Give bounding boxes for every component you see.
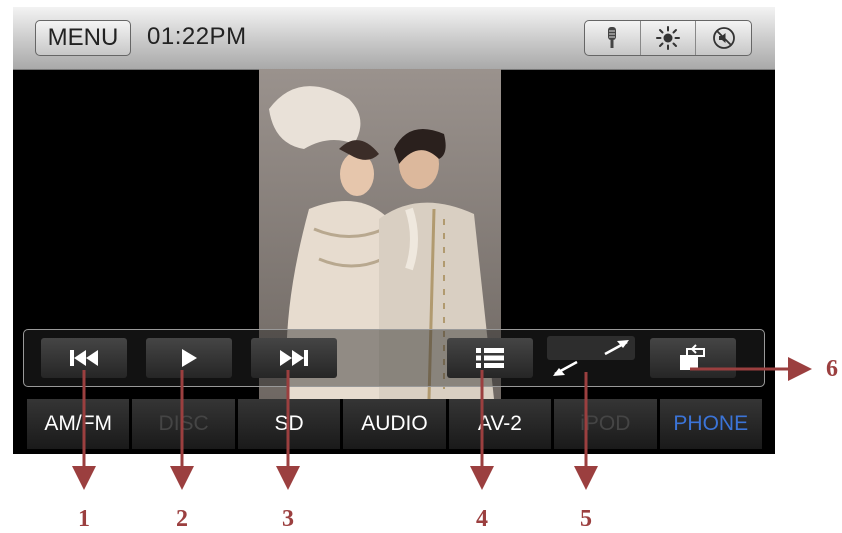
callout-label-5: 5 [580,506,592,532]
callout-label-4: 4 [476,506,488,532]
callout-label-6: 6 [826,356,838,382]
callout-label-2: 2 [176,506,188,532]
callout-label-3: 3 [282,506,294,532]
callout-arrows [72,357,812,490]
callout-label-1: 1 [78,506,90,532]
